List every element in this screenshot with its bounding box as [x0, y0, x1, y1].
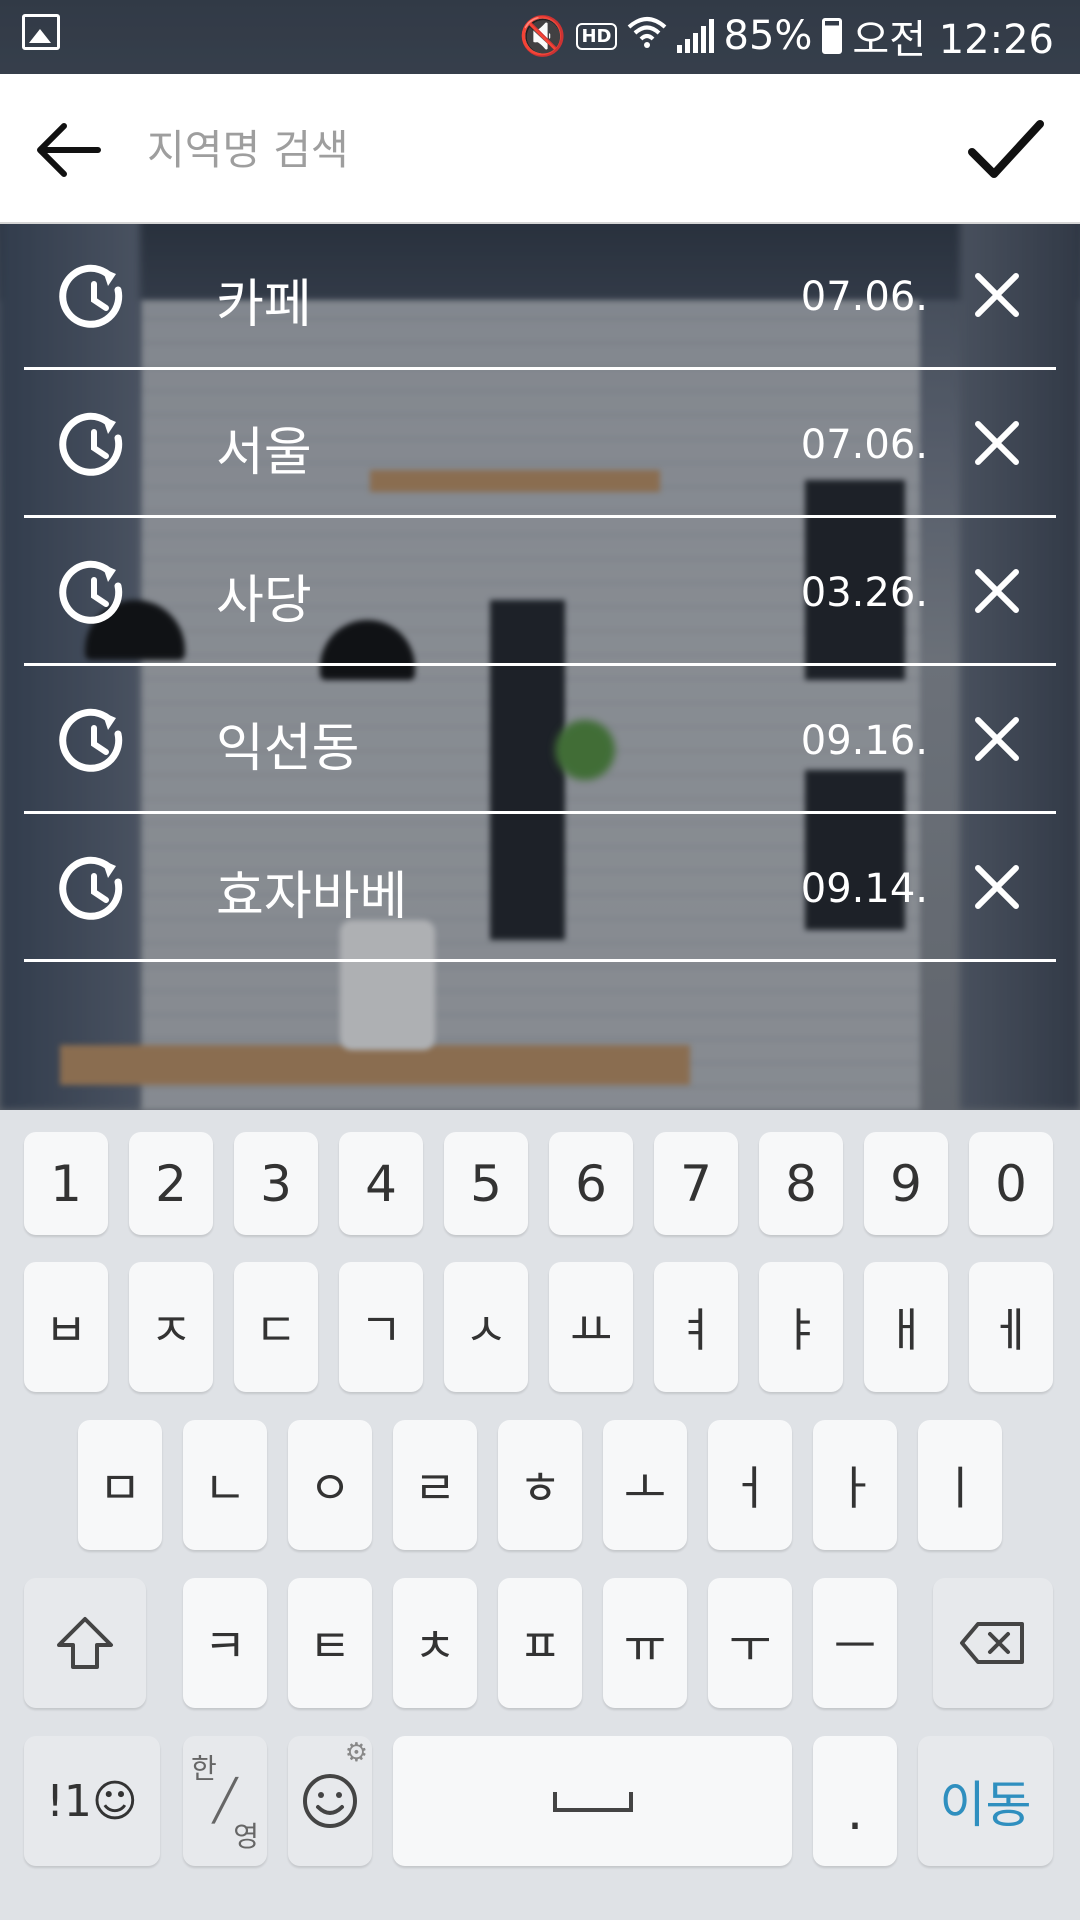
key-1[interactable]: 1 — [24, 1132, 108, 1235]
search-header — [0, 74, 1080, 224]
list-item[interactable]: 카페 07.06. — [24, 222, 1056, 370]
key-jamo[interactable]: ㅡ — [813, 1578, 897, 1708]
key-jamo[interactable]: ㅂ — [24, 1262, 108, 1392]
key-jamo[interactable]: ㅔ — [969, 1262, 1053, 1392]
key-jamo[interactable]: ㅅ — [444, 1262, 528, 1392]
key-jamo[interactable]: ㅍ — [498, 1578, 582, 1708]
battery-icon — [822, 18, 843, 54]
emoji-key[interactable]: ⚙ — [288, 1736, 372, 1866]
key-jamo[interactable]: ㅁ — [78, 1420, 162, 1550]
list-item[interactable]: 사당 03.26. — [24, 518, 1056, 666]
symbols-key[interactable]: !1☺ — [24, 1736, 160, 1866]
key-jamo[interactable]: ㄷ — [234, 1262, 318, 1392]
close-icon[interactable] — [972, 566, 1022, 616]
keyboard: 1 2 3 4 5 6 7 8 9 0 ㅂ ㅈ ㄷ ㄱ ㅅ ㅛ ㅕ ㅑ ㅐ ㅔ … — [0, 1110, 1080, 1920]
key-jamo[interactable]: ㅋ — [183, 1578, 267, 1708]
checkmark-icon[interactable] — [964, 110, 1048, 190]
battery-percent: 85% — [723, 13, 813, 59]
key-jamo[interactable]: ㅗ — [603, 1420, 687, 1550]
key-jamo[interactable]: ㄹ — [393, 1420, 477, 1550]
key-jamo[interactable]: ㅇ — [288, 1420, 372, 1550]
lang-bottom-label: 영 — [233, 1820, 259, 1853]
emoji-icon — [303, 1774, 357, 1828]
key-4[interactable]: 4 — [339, 1132, 423, 1235]
key-0[interactable]: 0 — [969, 1132, 1053, 1235]
key-3[interactable]: 3 — [234, 1132, 318, 1235]
search-term: 효자바베 — [216, 867, 408, 927]
key-jamo[interactable]: ㅛ — [549, 1262, 633, 1392]
search-date: 09.14. — [800, 866, 928, 912]
back-arrow-icon[interactable] — [28, 110, 108, 190]
search-term: 익선동 — [216, 719, 360, 779]
close-icon[interactable] — [972, 270, 1022, 320]
close-icon[interactable] — [972, 862, 1022, 912]
history-icon — [59, 708, 123, 772]
key-jamo[interactable]: ㅈ — [129, 1262, 213, 1392]
key-jamo[interactable]: ㄱ — [339, 1262, 423, 1392]
backspace-icon — [960, 1622, 1024, 1664]
history-icon — [59, 560, 123, 624]
search-input[interactable] — [145, 114, 929, 186]
search-date: 07.06. — [800, 274, 928, 320]
hd-voice-icon: HD — [576, 22, 617, 50]
slash-divider: ╱ — [212, 1778, 238, 1824]
search-term: 카페 — [216, 275, 312, 335]
go-button[interactable]: 이동 — [918, 1736, 1053, 1866]
list-item[interactable]: 서울 07.06. — [24, 370, 1056, 518]
wifi-icon — [627, 15, 667, 58]
key-7[interactable]: 7 — [654, 1132, 738, 1235]
settings-gear-icon: ⚙ — [344, 1738, 368, 1768]
language-key[interactable]: 한 ╱ 영 — [183, 1736, 267, 1866]
gallery-notification-icon — [22, 14, 60, 50]
key-jamo[interactable]: ㅊ — [393, 1578, 477, 1708]
key-8[interactable]: 8 — [759, 1132, 843, 1235]
close-icon[interactable] — [972, 714, 1022, 764]
key-jamo[interactable]: ㅑ — [759, 1262, 843, 1392]
history-icon — [59, 264, 123, 328]
status-bar: 🔇 HD 85% 오전 12:26 — [0, 0, 1080, 74]
space-bar-icon — [552, 1792, 633, 1812]
key-5[interactable]: 5 — [444, 1132, 528, 1235]
search-term: 사당 — [216, 571, 312, 631]
search-term: 서울 — [216, 423, 312, 483]
shift-icon — [57, 1617, 113, 1669]
list-item[interactable]: 익선동 09.16. — [24, 666, 1056, 814]
key-2[interactable]: 2 — [129, 1132, 213, 1235]
key-jamo[interactable]: ㅣ — [918, 1420, 1002, 1550]
mute-icon: 🔇 — [519, 13, 567, 58]
close-icon[interactable] — [972, 418, 1022, 468]
recent-search-list: 카페 07.06. 서울 07.06. 사당 03.26. 익선동 09.16.… — [24, 222, 1056, 962]
period-key[interactable]: . — [813, 1736, 897, 1866]
list-item[interactable]: 효자바베 09.14. — [24, 814, 1056, 962]
key-jamo[interactable]: ㅐ — [864, 1262, 948, 1392]
search-date: 07.06. — [800, 422, 928, 468]
backspace-key[interactable] — [933, 1578, 1053, 1708]
history-icon — [59, 412, 123, 476]
key-jamo[interactable]: ㅕ — [654, 1262, 738, 1392]
key-6[interactable]: 6 — [549, 1132, 633, 1235]
clock: 오전 12:26 — [852, 17, 1054, 63]
key-jamo[interactable]: ㅠ — [603, 1578, 687, 1708]
key-jamo[interactable]: ㅌ — [288, 1578, 372, 1708]
signal-icon — [676, 19, 714, 53]
key-jamo[interactable]: ㅜ — [708, 1578, 792, 1708]
key-9[interactable]: 9 — [864, 1132, 948, 1235]
key-jamo[interactable]: ㅏ — [813, 1420, 897, 1550]
history-icon — [59, 856, 123, 920]
key-jamo[interactable]: ㄴ — [183, 1420, 267, 1550]
key-jamo[interactable]: ㅓ — [708, 1420, 792, 1550]
space-key[interactable] — [393, 1736, 792, 1866]
shift-key[interactable] — [24, 1578, 146, 1708]
key-jamo[interactable]: ㅎ — [498, 1420, 582, 1550]
search-date: 09.16. — [800, 718, 928, 764]
search-date: 03.26. — [800, 570, 928, 616]
